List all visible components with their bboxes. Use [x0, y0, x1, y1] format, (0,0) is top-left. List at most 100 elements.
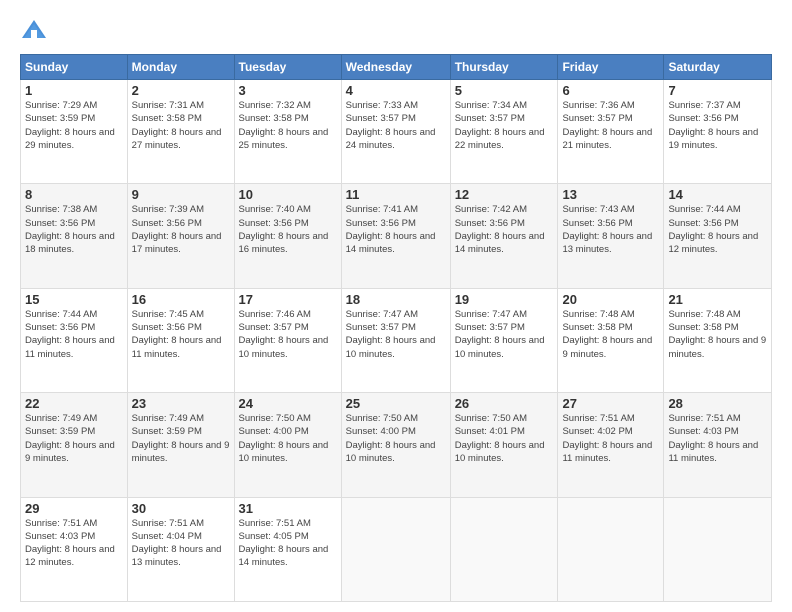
- day-info: Sunrise: 7:37 AMSunset: 3:56 PMDaylight:…: [668, 99, 767, 152]
- day-number: 4: [346, 83, 446, 98]
- day-cell: 15Sunrise: 7:44 AMSunset: 3:56 PMDayligh…: [21, 288, 128, 392]
- day-header-saturday: Saturday: [664, 55, 772, 80]
- day-cell: 13Sunrise: 7:43 AMSunset: 3:56 PMDayligh…: [558, 184, 664, 288]
- day-info: Sunrise: 7:43 AMSunset: 3:56 PMDaylight:…: [562, 203, 659, 256]
- day-info: Sunrise: 7:48 AMSunset: 3:58 PMDaylight:…: [668, 308, 767, 361]
- logo-icon: [20, 16, 48, 44]
- day-number: 19: [455, 292, 554, 307]
- day-cell: 25Sunrise: 7:50 AMSunset: 4:00 PMDayligh…: [341, 393, 450, 497]
- day-cell: 16Sunrise: 7:45 AMSunset: 3:56 PMDayligh…: [127, 288, 234, 392]
- day-info: Sunrise: 7:51 AMSunset: 4:03 PMDaylight:…: [668, 412, 767, 465]
- day-cell: 20Sunrise: 7:48 AMSunset: 3:58 PMDayligh…: [558, 288, 664, 392]
- day-number: 21: [668, 292, 767, 307]
- day-cell: 2Sunrise: 7:31 AMSunset: 3:58 PMDaylight…: [127, 80, 234, 184]
- week-row-1: 1Sunrise: 7:29 AMSunset: 3:59 PMDaylight…: [21, 80, 772, 184]
- logo: [20, 16, 52, 44]
- day-info: Sunrise: 7:46 AMSunset: 3:57 PMDaylight:…: [239, 308, 337, 361]
- day-cell: 26Sunrise: 7:50 AMSunset: 4:01 PMDayligh…: [450, 393, 558, 497]
- day-number: 14: [668, 187, 767, 202]
- day-cell: [558, 497, 664, 601]
- day-number: 9: [132, 187, 230, 202]
- day-info: Sunrise: 7:36 AMSunset: 3:57 PMDaylight:…: [562, 99, 659, 152]
- day-cell: 19Sunrise: 7:47 AMSunset: 3:57 PMDayligh…: [450, 288, 558, 392]
- day-info: Sunrise: 7:39 AMSunset: 3:56 PMDaylight:…: [132, 203, 230, 256]
- day-info: Sunrise: 7:51 AMSunset: 4:02 PMDaylight:…: [562, 412, 659, 465]
- day-cell: 11Sunrise: 7:41 AMSunset: 3:56 PMDayligh…: [341, 184, 450, 288]
- day-info: Sunrise: 7:44 AMSunset: 3:56 PMDaylight:…: [668, 203, 767, 256]
- day-info: Sunrise: 7:40 AMSunset: 3:56 PMDaylight:…: [239, 203, 337, 256]
- day-info: Sunrise: 7:51 AMSunset: 4:03 PMDaylight:…: [25, 517, 123, 570]
- day-number: 7: [668, 83, 767, 98]
- day-info: Sunrise: 7:47 AMSunset: 3:57 PMDaylight:…: [346, 308, 446, 361]
- day-number: 27: [562, 396, 659, 411]
- page: SundayMondayTuesdayWednesdayThursdayFrid…: [0, 0, 792, 612]
- day-number: 25: [346, 396, 446, 411]
- day-number: 10: [239, 187, 337, 202]
- day-info: Sunrise: 7:49 AMSunset: 3:59 PMDaylight:…: [132, 412, 230, 465]
- day-number: 22: [25, 396, 123, 411]
- week-row-5: 29Sunrise: 7:51 AMSunset: 4:03 PMDayligh…: [21, 497, 772, 601]
- day-number: 20: [562, 292, 659, 307]
- week-row-2: 8Sunrise: 7:38 AMSunset: 3:56 PMDaylight…: [21, 184, 772, 288]
- day-cell: 27Sunrise: 7:51 AMSunset: 4:02 PMDayligh…: [558, 393, 664, 497]
- day-info: Sunrise: 7:50 AMSunset: 4:00 PMDaylight:…: [346, 412, 446, 465]
- day-number: 26: [455, 396, 554, 411]
- day-header-wednesday: Wednesday: [341, 55, 450, 80]
- day-number: 24: [239, 396, 337, 411]
- day-info: Sunrise: 7:33 AMSunset: 3:57 PMDaylight:…: [346, 99, 446, 152]
- day-info: Sunrise: 7:45 AMSunset: 3:56 PMDaylight:…: [132, 308, 230, 361]
- day-number: 15: [25, 292, 123, 307]
- day-cell: [450, 497, 558, 601]
- day-number: 6: [562, 83, 659, 98]
- day-info: Sunrise: 7:48 AMSunset: 3:58 PMDaylight:…: [562, 308, 659, 361]
- day-cell: [341, 497, 450, 601]
- day-number: 1: [25, 83, 123, 98]
- day-number: 3: [239, 83, 337, 98]
- day-number: 29: [25, 501, 123, 516]
- day-info: Sunrise: 7:47 AMSunset: 3:57 PMDaylight:…: [455, 308, 554, 361]
- day-info: Sunrise: 7:51 AMSunset: 4:05 PMDaylight:…: [239, 517, 337, 570]
- day-cell: 29Sunrise: 7:51 AMSunset: 4:03 PMDayligh…: [21, 497, 128, 601]
- day-cell: 9Sunrise: 7:39 AMSunset: 3:56 PMDaylight…: [127, 184, 234, 288]
- day-number: 28: [668, 396, 767, 411]
- day-cell: 17Sunrise: 7:46 AMSunset: 3:57 PMDayligh…: [234, 288, 341, 392]
- day-info: Sunrise: 7:44 AMSunset: 3:56 PMDaylight:…: [25, 308, 123, 361]
- day-info: Sunrise: 7:41 AMSunset: 3:56 PMDaylight:…: [346, 203, 446, 256]
- day-cell: [664, 497, 772, 601]
- day-number: 30: [132, 501, 230, 516]
- day-cell: 12Sunrise: 7:42 AMSunset: 3:56 PMDayligh…: [450, 184, 558, 288]
- day-cell: 8Sunrise: 7:38 AMSunset: 3:56 PMDaylight…: [21, 184, 128, 288]
- day-number: 12: [455, 187, 554, 202]
- day-cell: 21Sunrise: 7:48 AMSunset: 3:58 PMDayligh…: [664, 288, 772, 392]
- day-number: 8: [25, 187, 123, 202]
- day-cell: 3Sunrise: 7:32 AMSunset: 3:58 PMDaylight…: [234, 80, 341, 184]
- day-number: 18: [346, 292, 446, 307]
- week-row-4: 22Sunrise: 7:49 AMSunset: 3:59 PMDayligh…: [21, 393, 772, 497]
- day-info: Sunrise: 7:49 AMSunset: 3:59 PMDaylight:…: [25, 412, 123, 465]
- day-info: Sunrise: 7:31 AMSunset: 3:58 PMDaylight:…: [132, 99, 230, 152]
- day-info: Sunrise: 7:51 AMSunset: 4:04 PMDaylight:…: [132, 517, 230, 570]
- day-info: Sunrise: 7:50 AMSunset: 4:01 PMDaylight:…: [455, 412, 554, 465]
- day-header-tuesday: Tuesday: [234, 55, 341, 80]
- day-number: 11: [346, 187, 446, 202]
- day-info: Sunrise: 7:42 AMSunset: 3:56 PMDaylight:…: [455, 203, 554, 256]
- day-number: 13: [562, 187, 659, 202]
- calendar: SundayMondayTuesdayWednesdayThursdayFrid…: [20, 54, 772, 602]
- day-number: 2: [132, 83, 230, 98]
- day-cell: 4Sunrise: 7:33 AMSunset: 3:57 PMDaylight…: [341, 80, 450, 184]
- day-cell: 7Sunrise: 7:37 AMSunset: 3:56 PMDaylight…: [664, 80, 772, 184]
- day-cell: 6Sunrise: 7:36 AMSunset: 3:57 PMDaylight…: [558, 80, 664, 184]
- day-cell: 18Sunrise: 7:47 AMSunset: 3:57 PMDayligh…: [341, 288, 450, 392]
- calendar-table: SundayMondayTuesdayWednesdayThursdayFrid…: [20, 54, 772, 602]
- day-cell: 1Sunrise: 7:29 AMSunset: 3:59 PMDaylight…: [21, 80, 128, 184]
- day-number: 5: [455, 83, 554, 98]
- day-number: 16: [132, 292, 230, 307]
- day-cell: 28Sunrise: 7:51 AMSunset: 4:03 PMDayligh…: [664, 393, 772, 497]
- day-number: 17: [239, 292, 337, 307]
- day-info: Sunrise: 7:32 AMSunset: 3:58 PMDaylight:…: [239, 99, 337, 152]
- day-info: Sunrise: 7:38 AMSunset: 3:56 PMDaylight:…: [25, 203, 123, 256]
- day-header-friday: Friday: [558, 55, 664, 80]
- day-cell: 24Sunrise: 7:50 AMSunset: 4:00 PMDayligh…: [234, 393, 341, 497]
- day-number: 23: [132, 396, 230, 411]
- day-cell: 30Sunrise: 7:51 AMSunset: 4:04 PMDayligh…: [127, 497, 234, 601]
